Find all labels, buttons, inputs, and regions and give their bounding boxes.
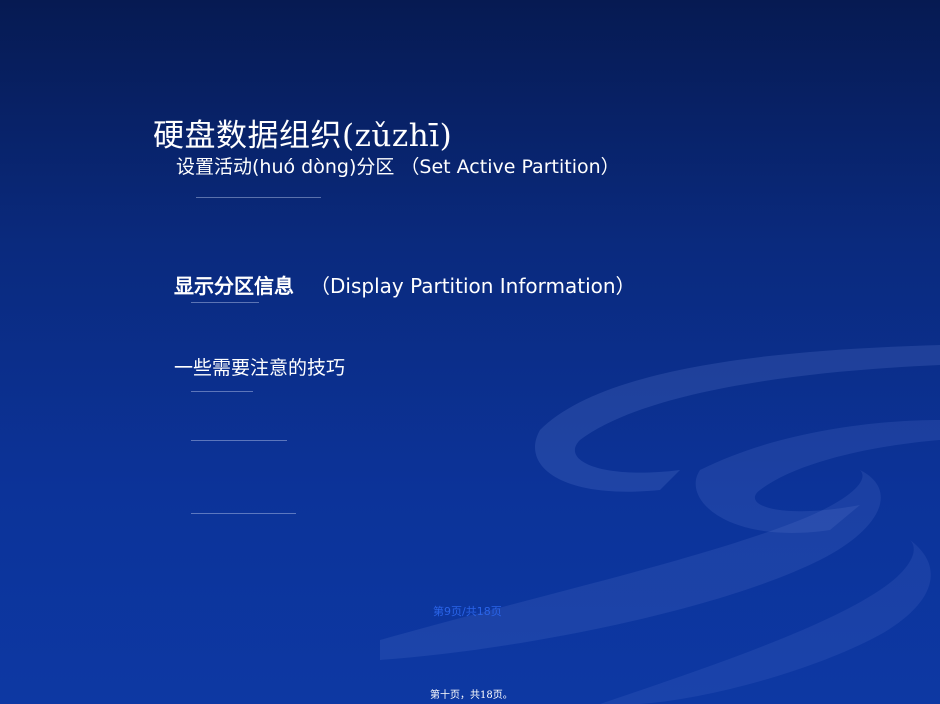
- section-heading: 显示分区信息 （Display Partition Information）: [174, 270, 636, 299]
- tips-heading: 一些需要注意的技巧: [174, 357, 346, 379]
- faint-divider-line: [196, 197, 321, 198]
- faint-divider-line: [191, 513, 296, 514]
- faint-divider-line: [191, 391, 253, 392]
- section-heading-bold: 显示分区信息: [174, 274, 294, 298]
- slide-title: 硬盘数据组织(zǔzhī): [153, 118, 453, 154]
- background-swoosh-decoration: [380, 345, 940, 704]
- page-marker: 第9页/共18页: [433, 605, 502, 618]
- section-heading-english: （Display Partition Information）: [310, 274, 636, 298]
- faint-divider-line: [191, 302, 259, 303]
- faint-divider-line: [191, 440, 287, 441]
- page-footer: 第十页，共18页。: [430, 690, 513, 701]
- slide-subtitle: 设置活动(huó dòng)分区 （Set Active Partition）: [176, 156, 620, 178]
